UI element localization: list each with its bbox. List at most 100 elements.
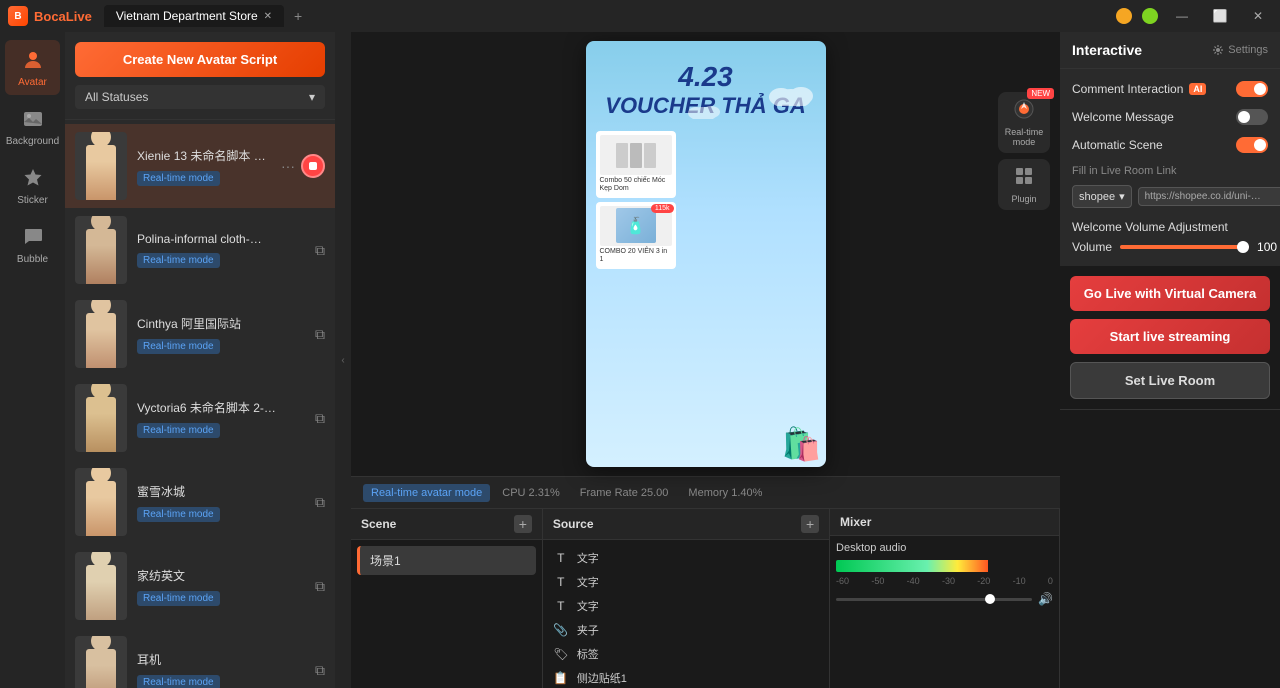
chevron-down-icon: ▾ [1119, 190, 1125, 203]
tag-source-icon: 🏷 [553, 647, 569, 661]
list-item[interactable]: 蜜雪冰城 Real-time mode ⧉ [65, 460, 335, 544]
cpu-status: CPU 2.31% [494, 487, 567, 499]
scene-panel: Scene + 场景1 [351, 509, 543, 688]
tick-label: -60 [836, 576, 849, 586]
set-live-room-button[interactable]: Set Live Room [1070, 362, 1270, 399]
avatar-actions: ⧉ [315, 242, 325, 259]
scene-item[interactable]: 场景1 [357, 546, 536, 575]
desktop-audio-label: Desktop audio [836, 542, 1053, 554]
source-item[interactable]: T 文字 [549, 594, 823, 618]
list-item[interactable]: 家纺英文 Real-time mode ⧉ [65, 544, 335, 628]
scene-panel-content: 场景1 [351, 540, 542, 688]
new-badge: NEW [1027, 88, 1054, 99]
avatar-thumbnail [75, 636, 127, 688]
volume-value: 100 [1257, 240, 1277, 254]
status-filter[interactable]: All Statuses ▾ [75, 85, 325, 109]
maximize-button[interactable]: ⬜ [1206, 2, 1234, 30]
tab-close-icon[interactable]: ✕ [264, 11, 272, 22]
copy-icon[interactable]: ⧉ [315, 662, 325, 679]
comment-interaction-toggle[interactable] [1236, 81, 1268, 97]
interactive-header: Interactive Settings [1060, 32, 1280, 69]
avatar-thumbnail [75, 552, 127, 620]
collapse-panel-handle[interactable]: ‹ [335, 32, 351, 688]
list-item[interactable]: Cinthya 阿里国际站 Real-time mode ⧉ [65, 292, 335, 376]
add-scene-button[interactable]: + [514, 515, 532, 533]
more-options-icon[interactable]: ··· [279, 156, 297, 176]
avatar-mode-badge: Real-time mode [137, 253, 220, 268]
record-button[interactable] [301, 154, 325, 178]
product-cards: Combo 50 chiếc Móc Kẹp Dom 115k 🧴 COMBO … [596, 131, 676, 269]
memory-status: Memory 1.40% [680, 487, 770, 499]
source-panel: Source + T 文字 T 文字 T 文字 [543, 509, 830, 688]
welcome-message-toggle[interactable] [1236, 109, 1268, 125]
record-dot [309, 162, 317, 170]
list-item[interactable]: Polina-informal cloth-… Real-time mode ⧉ [65, 208, 335, 292]
sidebar-item-avatar[interactable]: Avatar [5, 40, 60, 95]
start-live-streaming-button[interactable]: Start live streaming [1070, 319, 1270, 354]
automatic-scene-toggle[interactable] [1236, 137, 1268, 153]
source-item-name: 标签 [577, 646, 599, 662]
avatar-mode-badge: Real-time mode [137, 339, 220, 354]
sidebar-item-bubble[interactable]: Bubble [5, 217, 60, 272]
go-live-virtual-camera-button[interactable]: Go Live with Virtual Camera [1070, 276, 1270, 311]
plugin-button[interactable]: Plugin [998, 159, 1050, 210]
welcome-message-label: Welcome Message [1072, 110, 1174, 124]
source-item[interactable]: 📋 侧边贴纸1 [549, 666, 823, 688]
background-label: Background [6, 136, 59, 148]
create-avatar-button[interactable]: Create New Avatar Script [75, 42, 325, 77]
avatar-name: Vyctoria6 未命名脚本 2-… [137, 399, 305, 416]
mixer-panel: Mixer Desktop audio -60 -50 -40 -30 -20 … [830, 509, 1060, 688]
avatar-label: Avatar [18, 77, 47, 89]
source-item[interactable]: T 文字 [549, 546, 823, 570]
source-item[interactable]: 🏷 标签 [549, 642, 823, 666]
left-sidebar: Avatar Background Sticker [0, 32, 65, 688]
source-item-name: 文字 [577, 574, 599, 590]
active-tab[interactable]: Vietnam Department Store ✕ [104, 5, 284, 27]
text-source-icon: T [553, 575, 569, 589]
close-button[interactable]: ✕ [1244, 2, 1272, 30]
minimize-button[interactable]: — [1168, 2, 1196, 30]
avatar-list: Xienie 13 未命名脚本 2… Real-time mode ··· [65, 120, 335, 688]
sidebar-item-sticker[interactable]: Sticker [5, 158, 60, 213]
welcome-message-row: Welcome Message [1072, 109, 1268, 125]
live-room-link-input[interactable] [1145, 191, 1277, 202]
volume-control-row: Volume 100 [1072, 240, 1268, 254]
speaker-icon[interactable]: 🔊 [1038, 592, 1053, 606]
avatar-info: Polina-informal cloth-… Real-time mode [137, 232, 305, 268]
sticker-source-icon: 📋 [553, 671, 569, 685]
avatar-info: Cinthya 阿里国际站 Real-time mode [137, 315, 305, 354]
status-bar: Real-time avatar mode CPU 2.31% Frame Ra… [351, 476, 1060, 508]
mixer-volume-slider[interactable] [836, 598, 1032, 601]
floating-actions: NEW Real-time mode [998, 92, 1050, 210]
welcome-volume-slider[interactable] [1120, 245, 1249, 249]
copy-icon[interactable]: ⧉ [315, 410, 325, 427]
avatar-info: Vyctoria6 未命名脚本 2-… Real-time mode [137, 399, 305, 438]
add-source-button[interactable]: + [801, 515, 819, 533]
preview-content: 4.23 VOUCHER THẢ GA Comb [586, 41, 826, 467]
avatar-name: 家纺英文 [137, 567, 305, 584]
copy-icon[interactable]: ⧉ [315, 242, 325, 259]
source-item[interactable]: 📎 夹子 [549, 618, 823, 642]
copy-icon[interactable]: ⧉ [315, 494, 325, 511]
realtime-mode-button[interactable]: NEW Real-time mode [998, 92, 1050, 153]
platform-label: shopee [1079, 191, 1115, 203]
add-tab-button[interactable]: + [288, 6, 308, 26]
copy-icon[interactable]: ⧉ [315, 578, 325, 595]
source-panel-header: Source + [543, 509, 829, 540]
settings-button[interactable]: Settings [1212, 44, 1268, 56]
copy-icon[interactable]: ⧉ [315, 326, 325, 343]
sidebar-item-background[interactable]: Background [5, 99, 60, 154]
avatar-actions: ⧉ [315, 662, 325, 679]
comment-interaction-row: Comment Interaction AI [1072, 81, 1268, 97]
list-item[interactable]: Vyctoria6 未命名脚本 2-… Real-time mode ⧉ [65, 376, 335, 460]
avatar-mode-badge: Real-time mode [137, 171, 220, 186]
list-item[interactable]: Xienie 13 未命名脚本 2… Real-time mode ··· [65, 124, 335, 208]
tick-label: -40 [907, 576, 920, 586]
mode-badge: Real-time avatar mode [363, 484, 490, 502]
avatar-actions: ⧉ [315, 494, 325, 511]
settings-label: Settings [1228, 44, 1268, 56]
list-item[interactable]: 耳机 Real-time mode ⧉ [65, 628, 335, 688]
source-item[interactable]: T 文字 [549, 570, 823, 594]
platform-select[interactable]: shopee ▾ [1072, 185, 1132, 208]
chevron-left-icon: ‹ [341, 355, 344, 366]
